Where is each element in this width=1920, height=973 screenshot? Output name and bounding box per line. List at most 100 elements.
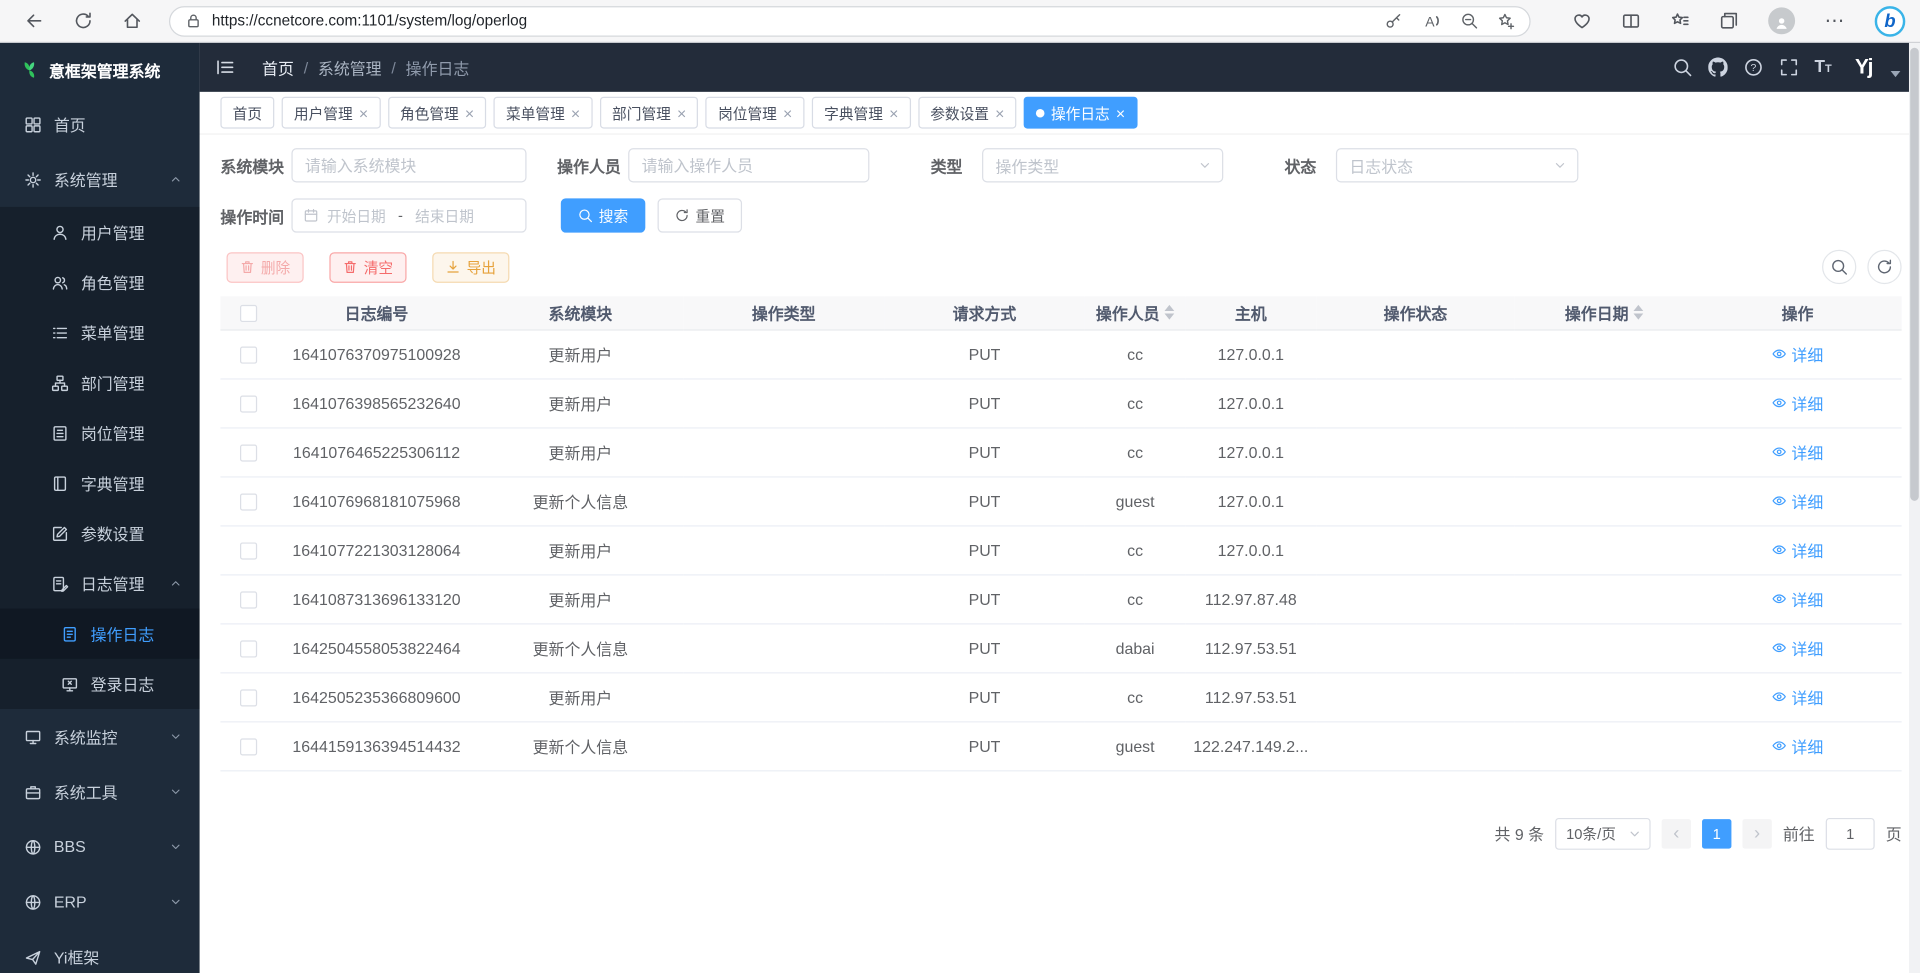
tab-home[interactable]: 首页 xyxy=(220,97,274,129)
detail-link[interactable]: 详细 xyxy=(1772,440,1823,463)
sidebar-item-yi-frame[interactable]: Yi框架 xyxy=(0,929,200,973)
github-icon[interactable] xyxy=(1708,58,1728,78)
detail-link[interactable]: 详细 xyxy=(1772,734,1823,757)
sidebar-item-system-monitor[interactable]: 系统监控 xyxy=(0,709,200,764)
tab-close-icon[interactable]: × xyxy=(889,105,898,121)
reset-button[interactable]: 重置 xyxy=(658,198,743,232)
sidebar-item-user-mgmt[interactable]: 用户管理 xyxy=(0,207,200,257)
sidebar-item-role-mgmt[interactable]: 角色管理 xyxy=(0,257,200,307)
sidebar-item-home[interactable]: 首页 xyxy=(0,97,200,152)
sidebar-item-bbs[interactable]: BBS xyxy=(0,819,200,874)
browser-more-icon[interactable]: ⋯ xyxy=(1824,9,1845,33)
goto-page-input[interactable] xyxy=(1826,817,1875,849)
breadcrumb-home[interactable]: 首页 xyxy=(262,56,294,79)
row-checkbox[interactable] xyxy=(239,493,256,510)
sidebar-item-operation-log[interactable]: 操作日志 xyxy=(0,609,200,659)
refresh-table-button[interactable] xyxy=(1867,250,1901,284)
row-checkbox[interactable] xyxy=(239,591,256,608)
scrollbar-thumb[interactable] xyxy=(1910,48,1919,501)
zoom-out-icon[interactable] xyxy=(1461,12,1478,29)
tab-post-mgmt[interactable]: 岗位管理× xyxy=(706,97,805,129)
tab-close-icon[interactable]: × xyxy=(1116,105,1125,121)
browser-refresh-button[interactable] xyxy=(66,4,100,38)
bing-icon[interactable]: b xyxy=(1875,6,1906,37)
favorites-bar-icon[interactable] xyxy=(1670,11,1690,31)
tab-close-icon[interactable]: × xyxy=(571,105,580,121)
row-checkbox[interactable] xyxy=(239,444,256,461)
detail-link[interactable]: 详细 xyxy=(1772,489,1823,512)
sidebar-item-dept-mgmt[interactable]: 部门管理 xyxy=(0,358,200,408)
sort-icons[interactable] xyxy=(1633,305,1643,320)
browser-essentials-icon[interactable] xyxy=(1572,11,1592,31)
page-scrollbar[interactable] xyxy=(1909,43,1920,973)
next-page-button[interactable]: › xyxy=(1742,819,1771,848)
row-checkbox[interactable] xyxy=(239,395,256,412)
col-operator[interactable]: 操作人员 xyxy=(1085,296,1185,329)
header-search-icon[interactable] xyxy=(1672,58,1692,78)
tab-role-mgmt[interactable]: 角色管理× xyxy=(388,97,487,129)
prev-page-button[interactable]: ‹ xyxy=(1662,819,1691,848)
row-checkbox[interactable] xyxy=(239,346,256,363)
browser-home-button[interactable] xyxy=(115,4,149,38)
row-checkbox[interactable] xyxy=(239,738,256,755)
tab-dept-mgmt[interactable]: 部门管理× xyxy=(600,97,699,129)
row-checkbox[interactable] xyxy=(239,640,256,657)
detail-link[interactable]: 详细 xyxy=(1772,685,1823,708)
detail-link[interactable]: 详细 xyxy=(1772,391,1823,414)
tab-menu-mgmt[interactable]: 菜单管理× xyxy=(494,97,593,129)
tab-operation-log[interactable]: 操作日志× xyxy=(1024,97,1137,129)
sidebar-item-erp[interactable]: ERP xyxy=(0,874,200,929)
detail-link[interactable]: 详细 xyxy=(1772,587,1823,610)
sidebar-item-menu-mgmt[interactable]: 菜单管理 xyxy=(0,307,200,357)
sidebar-item-system-mgmt[interactable]: 系统管理 xyxy=(0,152,200,207)
fullscreen-icon[interactable] xyxy=(1779,58,1799,78)
tab-close-icon[interactable]: × xyxy=(783,105,792,121)
sidebar-item-post-mgmt[interactable]: 岗位管理 xyxy=(0,408,200,458)
sidebar-item-dict-mgmt[interactable]: 字典管理 xyxy=(0,458,200,508)
detail-link[interactable]: 详细 xyxy=(1772,636,1823,659)
tab-close-icon[interactable]: × xyxy=(995,105,1004,121)
url-text[interactable]: https://ccnetcore.com:1101/system/log/op… xyxy=(212,12,1365,29)
delete-button[interactable]: 删除 xyxy=(227,252,304,283)
select-all-checkbox[interactable] xyxy=(239,305,256,322)
export-button[interactable]: 导出 xyxy=(432,252,509,283)
collections-icon[interactable] xyxy=(1719,11,1739,31)
font-size-icon[interactable]: TT xyxy=(1815,58,1832,78)
help-icon[interactable] xyxy=(1744,58,1764,78)
sidebar-item-system-tools[interactable]: 系统工具 xyxy=(0,764,200,819)
tab-close-icon[interactable]: × xyxy=(677,105,686,121)
show-search-button[interactable] xyxy=(1822,250,1856,284)
user-dropdown-caret-icon[interactable] xyxy=(1891,70,1901,76)
read-aloud-icon[interactable] xyxy=(1422,11,1442,31)
search-button[interactable]: 搜索 xyxy=(561,198,646,232)
clear-button[interactable]: 清空 xyxy=(329,252,406,283)
browser-back-button[interactable] xyxy=(17,4,51,38)
detail-link[interactable]: 详细 xyxy=(1772,538,1823,561)
add-favorite-icon[interactable] xyxy=(1498,12,1515,29)
tab-close-icon[interactable]: × xyxy=(465,105,474,121)
tab-close-icon[interactable]: × xyxy=(359,105,368,121)
module-input[interactable] xyxy=(291,148,526,182)
user-logo[interactable]: Yj xyxy=(1855,55,1872,79)
sort-icons[interactable] xyxy=(1164,305,1174,320)
address-bar[interactable]: https://ccnetcore.com:1101/system/log/op… xyxy=(169,6,1531,37)
split-screen-icon[interactable] xyxy=(1621,11,1641,31)
date-range-picker[interactable]: 开始日期 - 结束日期 xyxy=(291,198,526,232)
sidebar-item-log-mgmt[interactable]: 日志管理 xyxy=(0,558,200,608)
collapse-sidebar-icon[interactable] xyxy=(216,58,236,78)
operator-input[interactable] xyxy=(628,148,869,182)
row-checkbox[interactable] xyxy=(239,542,256,559)
type-select[interactable]: 操作类型 xyxy=(982,148,1223,182)
col-date[interactable]: 操作日期 xyxy=(1515,296,1694,329)
sidebar-item-param-settings[interactable]: 参数设置 xyxy=(0,508,200,558)
current-page-button[interactable]: 1 xyxy=(1702,819,1731,848)
password-key-icon[interactable] xyxy=(1385,12,1402,29)
page-size-select[interactable]: 10条/页 xyxy=(1555,817,1651,849)
row-checkbox[interactable] xyxy=(239,689,256,706)
sidebar-item-login-log[interactable]: 登录日志 xyxy=(0,659,200,709)
tab-user-mgmt[interactable]: 用户管理× xyxy=(282,97,381,129)
detail-link[interactable]: 详细 xyxy=(1772,342,1823,365)
tab-dict-mgmt[interactable]: 字典管理× xyxy=(812,97,911,129)
status-select[interactable]: 日志状态 xyxy=(1336,148,1578,182)
profile-avatar[interactable] xyxy=(1768,7,1795,34)
